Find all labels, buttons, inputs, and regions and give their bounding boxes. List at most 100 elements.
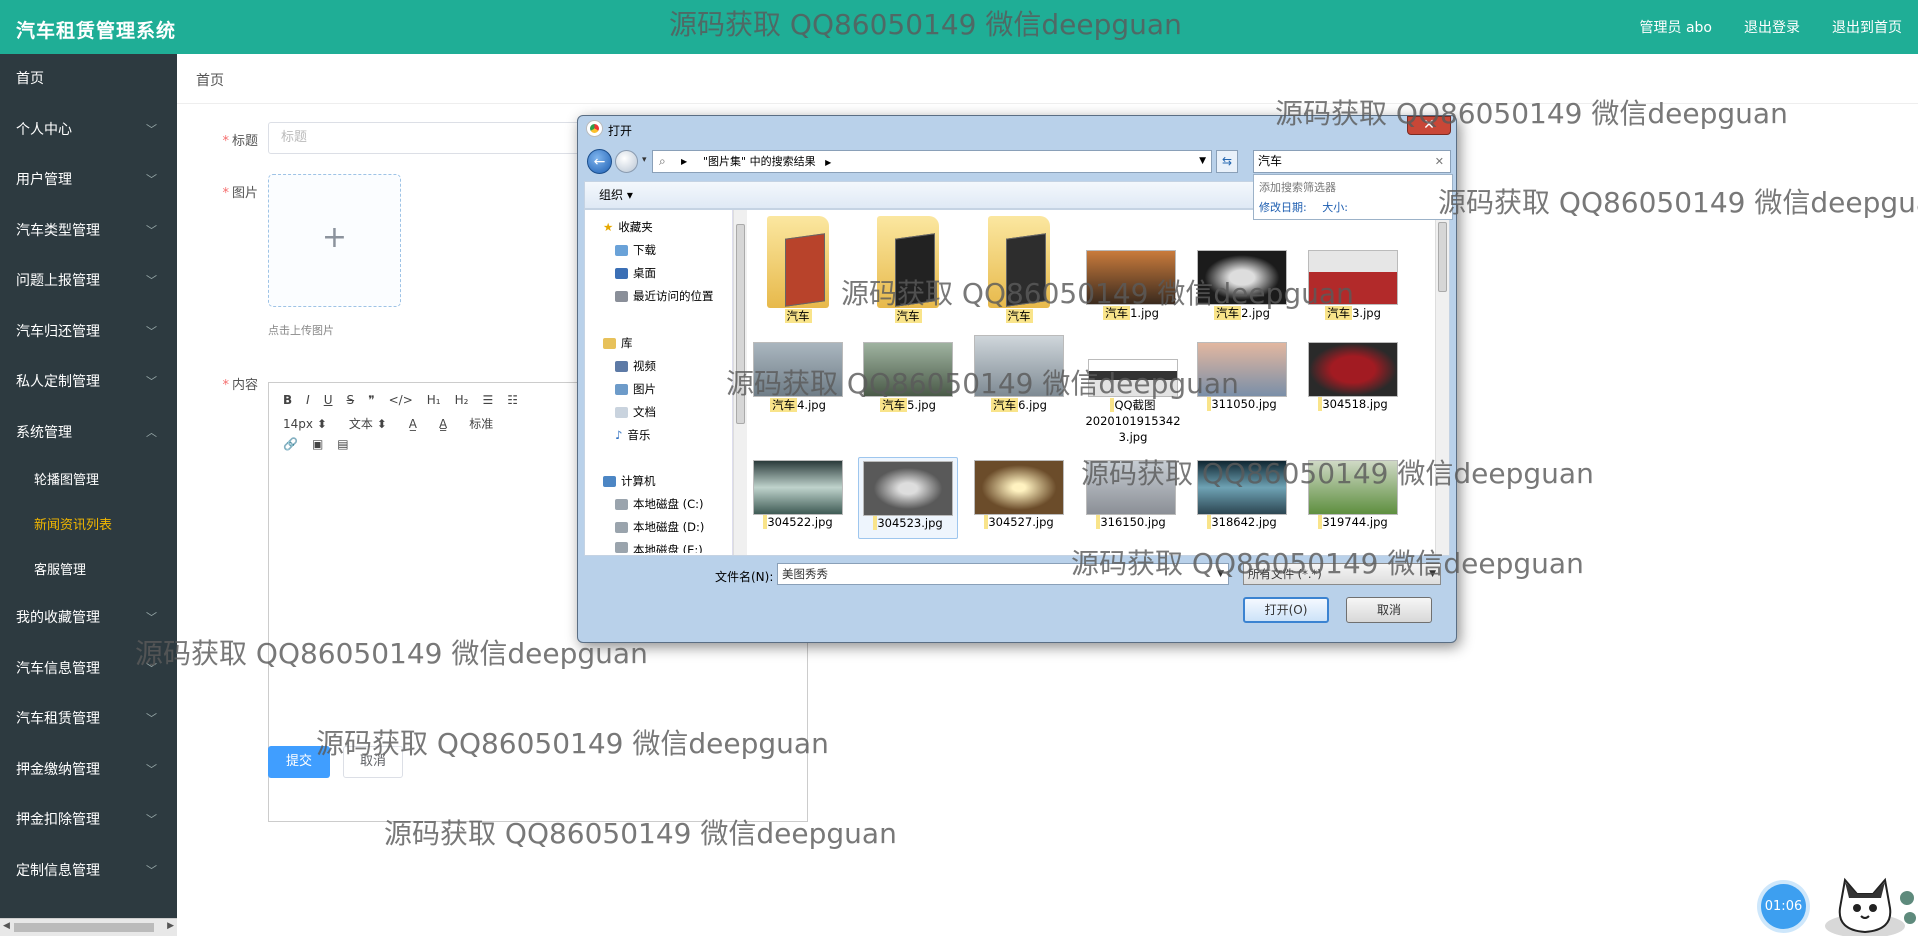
filename-input[interactable]: 美图秀秀 ▼ bbox=[777, 563, 1229, 585]
file-item[interactable]: 304522.jpg bbox=[750, 460, 846, 529]
tree-item-download[interactable]: 下载 bbox=[615, 242, 656, 258]
logout-link[interactable]: 退出登录 bbox=[1744, 17, 1800, 37]
file-item[interactable]: QQ截图2020101915342 3.jpg bbox=[1083, 342, 1183, 445]
tree-item-disk-d[interactable]: 本地磁盘 (D:) bbox=[615, 519, 704, 535]
breadcrumb[interactable]: 首页 bbox=[196, 70, 224, 90]
history-dropdown-icon[interactable]: ▾ bbox=[642, 155, 647, 165]
cancel-button[interactable]: 取消 bbox=[343, 746, 403, 778]
tree-item-desktop[interactable]: 桌面 bbox=[615, 265, 656, 281]
filter-modified-date[interactable]: 修改日期: bbox=[1259, 201, 1307, 214]
tree-item-video[interactable]: 视频 bbox=[615, 358, 656, 374]
file-item[interactable]: 318642.jpg bbox=[1194, 460, 1290, 529]
file-item[interactable]: 311050.jpg bbox=[1194, 342, 1290, 411]
code-icon[interactable]: </> bbox=[389, 393, 413, 407]
sidebar-item-home[interactable]: 首页 bbox=[0, 54, 177, 105]
sidebar-item-deposit-deduction[interactable]: 押金扣除管理 ﹀ bbox=[0, 795, 177, 846]
filter-size[interactable]: 大小: bbox=[1322, 201, 1348, 214]
sidebar-item-car-returns[interactable]: 汽车归还管理 ﹀ bbox=[0, 307, 177, 358]
bold-icon[interactable]: B bbox=[283, 393, 292, 407]
image-upload-box[interactable]: + bbox=[268, 174, 401, 307]
sidebar-item-custom-orders[interactable]: 私人定制管理 ﹀ bbox=[0, 357, 177, 408]
sidebar-item-car-rental[interactable]: 汽车租赁管理 ﹀ bbox=[0, 694, 177, 745]
tree-item-disk-c[interactable]: 本地磁盘 (C:) bbox=[615, 496, 704, 512]
forward-arrow-icon[interactable] bbox=[615, 150, 638, 173]
bullet-list-icon[interactable]: ☷ bbox=[507, 393, 518, 407]
heading2-icon[interactable]: H₂ bbox=[455, 393, 469, 407]
file-item[interactable]: 汽车 4.jpg bbox=[750, 342, 846, 413]
refresh-icon[interactable]: ⇆ bbox=[1216, 150, 1238, 173]
open-button[interactable]: 打开(O) bbox=[1243, 597, 1329, 623]
background-color-icon[interactable]: A̳ bbox=[439, 417, 447, 431]
tree-item-computer[interactable]: 计算机 bbox=[603, 473, 656, 489]
scrollbar-thumb[interactable] bbox=[1438, 222, 1447, 292]
file-item-selected[interactable]: 304523.jpg bbox=[858, 457, 958, 539]
title-input[interactable]: 标题 bbox=[268, 122, 588, 154]
search-input[interactable]: 汽车 ✕ bbox=[1253, 150, 1451, 173]
sidebar-item-favorites[interactable]: 我的收藏管理 ﹀ bbox=[0, 593, 177, 644]
file-item[interactable]: 319744.jpg bbox=[1305, 460, 1401, 529]
sidebar-subitem-customer-service[interactable]: 客服管理 bbox=[0, 548, 177, 593]
sidebar-item-custom-info[interactable]: 定制信息管理 ﹀ bbox=[0, 846, 177, 897]
strikethrough-icon[interactable]: S bbox=[347, 393, 355, 407]
back-arrow-icon[interactable]: ← bbox=[587, 149, 612, 174]
file-item[interactable]: 汽车 bbox=[971, 216, 1067, 324]
heading-select[interactable]: 标准 bbox=[469, 415, 493, 432]
sidebar-subitem-carousel[interactable]: 轮播图管理 bbox=[0, 458, 177, 503]
dialog-close-button[interactable]: ✕ bbox=[1407, 116, 1451, 135]
submit-button[interactable]: 提交 bbox=[268, 746, 330, 778]
sidebar-horizontal-scrollbar[interactable]: ◀ ▶ bbox=[0, 918, 177, 936]
tree-item-music[interactable]: ♪ 音乐 bbox=[615, 427, 650, 443]
file-item[interactable]: 汽车 bbox=[860, 216, 956, 324]
link-icon[interactable]: 🔗 bbox=[283, 437, 298, 451]
scroll-left-icon[interactable]: ◀ bbox=[3, 921, 10, 931]
underline-icon[interactable]: U bbox=[324, 393, 333, 407]
file-item[interactable]: 316150.jpg bbox=[1083, 460, 1179, 529]
tree-scrollbar[interactable] bbox=[733, 210, 747, 555]
filetype-select[interactable]: 所有文件 (*.*) ▼ bbox=[1243, 563, 1441, 585]
tree-item-favorites[interactable]: ★ 收藏夹 bbox=[603, 219, 653, 235]
file-scrollbar[interactable] bbox=[1435, 210, 1449, 555]
italic-icon[interactable]: I bbox=[306, 393, 310, 407]
admin-user-link[interactable]: 管理员 abo bbox=[1640, 17, 1712, 37]
organize-button[interactable]: 组织 ▾ bbox=[599, 188, 633, 202]
font-color-icon[interactable]: A̲ bbox=[409, 417, 417, 431]
image-icon[interactable]: ▣ bbox=[312, 437, 323, 451]
video-icon[interactable]: ▤ bbox=[337, 437, 348, 451]
tree-item-pictures[interactable]: 图片 bbox=[615, 381, 656, 397]
scroll-right-icon[interactable]: ▶ bbox=[167, 921, 174, 931]
file-item[interactable]: 汽车 5.jpg bbox=[860, 342, 956, 413]
tree-item-documents[interactable]: 文档 bbox=[615, 404, 656, 420]
filename-dropdown-icon[interactable]: ▼ bbox=[1217, 564, 1224, 584]
file-item[interactable]: 汽车 3.jpg bbox=[1305, 250, 1401, 321]
clear-search-icon[interactable]: ✕ bbox=[1435, 151, 1444, 172]
tree-item-recent[interactable]: 最近访问的位置 bbox=[615, 288, 714, 304]
address-dropdown-icon[interactable]: ▼ bbox=[1199, 151, 1206, 172]
sidebar-item-personal-center[interactable]: 个人中心 ﹀ bbox=[0, 105, 177, 156]
dialog-cancel-button[interactable]: 取消 bbox=[1346, 597, 1432, 623]
sidebar-item-car-types[interactable]: 汽车类型管理 ﹀ bbox=[0, 206, 177, 257]
file-item[interactable]: 汽车 6.jpg bbox=[971, 335, 1067, 413]
tree-item-disk-e[interactable]: 本地磁盘 (E:) bbox=[615, 542, 703, 553]
heading1-icon[interactable]: H₁ bbox=[427, 393, 441, 407]
sidebar-item-car-info[interactable]: 汽车信息管理 ﹀ bbox=[0, 644, 177, 695]
file-item[interactable]: 304518.jpg bbox=[1305, 342, 1401, 411]
sidebar-item-system[interactable]: 系统管理 ︿ bbox=[0, 408, 177, 459]
sidebar-item-issue-reports[interactable]: 问题上报管理 ﹀ bbox=[0, 256, 177, 307]
file-item[interactable]: 汽车 1.jpg bbox=[1083, 250, 1179, 321]
ordered-list-icon[interactable]: ☰ bbox=[482, 393, 493, 407]
address-bar[interactable]: ⌕ ▶ "图片集" 中的搜索结果 ▶ ▼ bbox=[652, 150, 1212, 173]
sidebar-item-deposit-payment[interactable]: 押金缴纳管理 ﹀ bbox=[0, 745, 177, 796]
quote-icon[interactable]: ❞ bbox=[368, 393, 374, 407]
file-item[interactable]: 汽车 bbox=[750, 216, 846, 324]
sidebar-item-users[interactable]: 用户管理 ﹀ bbox=[0, 155, 177, 206]
scrollbar-thumb[interactable] bbox=[736, 224, 745, 424]
tree-item-library[interactable]: 库 bbox=[603, 335, 633, 351]
recording-timer[interactable]: 01:06 bbox=[1761, 884, 1806, 929]
file-item[interactable]: 304527.jpg bbox=[971, 460, 1067, 529]
text-type-select[interactable]: 文本 ⬍ bbox=[349, 415, 387, 432]
font-size-select[interactable]: 14px ⬍ bbox=[283, 417, 327, 431]
scrollbar-thumb[interactable] bbox=[14, 923, 154, 932]
exit-to-home-link[interactable]: 退出到首页 bbox=[1832, 17, 1902, 37]
sidebar-subitem-news[interactable]: 新闻资讯列表 bbox=[0, 503, 177, 548]
file-item[interactable]: 汽车 2.jpg bbox=[1194, 250, 1290, 321]
